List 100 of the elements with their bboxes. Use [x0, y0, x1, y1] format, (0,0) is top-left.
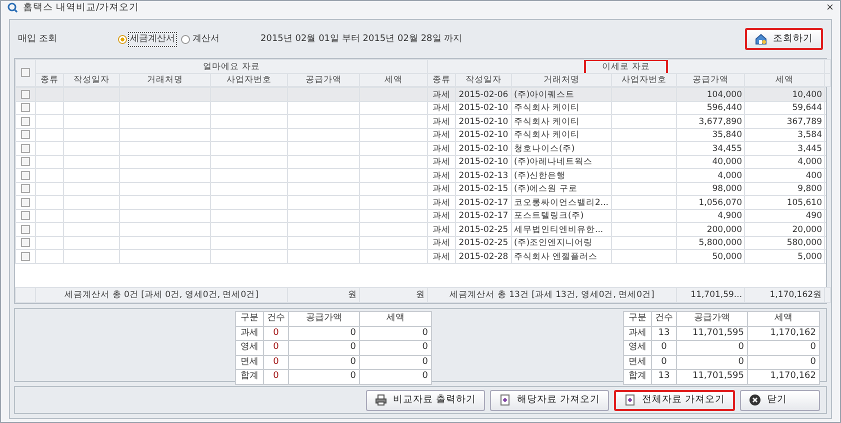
search-button[interactable]: 조회하기	[745, 28, 823, 50]
summary-cell: 0	[360, 355, 432, 370]
row-checkbox[interactable]	[21, 103, 30, 112]
action-button[interactable]: 닫기	[740, 390, 820, 411]
row-checkbox[interactable]	[21, 184, 30, 194]
table-cell: 세무법인티엔비유한...	[512, 222, 612, 236]
table-cell: 5,000	[744, 250, 824, 264]
summary-cell: 0	[676, 340, 748, 356]
table-cell: 4,000	[744, 155, 824, 169]
table-cell: 2015-02-25	[456, 236, 512, 250]
summary-header: 구분	[236, 312, 264, 326]
radio-option[interactable]: 세금계산서	[118, 32, 176, 46]
row-checkbox[interactable]	[21, 157, 30, 166]
total-cell: 원	[360, 288, 428, 303]
summary-cell: 0	[360, 370, 432, 384]
row-checkbox[interactable]	[21, 224, 30, 234]
table-cell: 2015-02-13	[456, 168, 512, 182]
table-cell: 35,840	[676, 128, 744, 142]
row-checkbox[interactable]	[21, 90, 30, 99]
table-cell: 과세	[428, 114, 456, 128]
table-cell: 9,800	[744, 182, 824, 196]
table-cell: 과세	[428, 168, 456, 182]
select-all-checkbox[interactable]	[21, 68, 30, 78]
action-button[interactable]: 해당자료 가져오기	[490, 390, 609, 411]
total-cell: 세금계산서 총 13건 [과세 13건, 영세0건, 면세0건]	[428, 288, 677, 303]
close-button[interactable]: ×	[826, 1, 834, 16]
column-header[interactable]: 세액	[360, 73, 428, 87]
column-header[interactable]: 사업자번호	[210, 73, 288, 87]
table-cell: 2015-02-15	[456, 182, 512, 196]
summary-cell: 면세	[624, 355, 652, 370]
table-cell: 2015-02-10	[456, 101, 512, 115]
total-cell: 1,170,162원	[744, 288, 825, 303]
column-header[interactable]: 작성일자	[456, 73, 512, 87]
table-cell: 104,000	[676, 88, 744, 102]
summary-header: 공급가액	[288, 312, 360, 326]
summary-cell: 합계	[624, 370, 652, 384]
table-cell: 과세	[428, 142, 456, 156]
table-cell: 2015-02-25	[456, 222, 512, 236]
table-cell: 주식회사 케이티	[512, 128, 612, 142]
radio-option[interactable]: 계산서	[180, 32, 220, 46]
summary-cell: 영세	[236, 340, 264, 356]
period-text: 2015년 02월 01일 부터 2015년 02월 28일 까지	[260, 32, 464, 46]
table-cell: 4,000	[676, 168, 744, 182]
table-cell: 1,056,070	[676, 196, 744, 210]
row-checkbox[interactable]	[21, 116, 30, 126]
table-cell: 34,455	[676, 142, 744, 156]
table-cell: 과세	[428, 182, 456, 196]
table-cell: 3,584	[744, 128, 824, 142]
row-checkbox[interactable]	[21, 238, 30, 248]
table-cell: (주)아레나네트웍스	[512, 155, 612, 169]
action-button[interactable]: 전체자료 가져오기	[614, 390, 735, 411]
table-cell: 2015-02-28	[456, 250, 512, 264]
table-cell: 596,440	[676, 101, 744, 115]
table-cell: 10,400	[744, 88, 824, 102]
table-cell: 59,644	[744, 101, 824, 115]
summary-cell: 11,701,595	[676, 326, 748, 341]
document-icon	[624, 394, 636, 406]
column-header[interactable]: 공급가액	[288, 73, 360, 87]
row-checkbox[interactable]	[21, 144, 30, 153]
row-checkbox[interactable]	[21, 198, 30, 207]
row-checkbox[interactable]	[21, 211, 30, 220]
column-header[interactable]: 거래처명	[512, 73, 612, 87]
summary-cell: 11,701,595	[676, 370, 748, 384]
query-label: 매입 조회	[18, 32, 58, 46]
row-checkbox[interactable]	[21, 170, 30, 180]
action-button[interactable]: 비교자료 출력하기	[366, 390, 485, 411]
summary-cell: 0	[652, 355, 676, 370]
table-cell: 청호나이스(주)	[512, 142, 612, 156]
table-cell: 과세	[428, 88, 456, 102]
column-header[interactable]: 작성일자	[64, 73, 120, 87]
table-cell: 3,445	[744, 142, 824, 156]
table-cell: 98,000	[676, 182, 744, 196]
summary-cell: 0	[360, 340, 432, 356]
summary-cell: 0	[288, 326, 360, 341]
summary-cell: 0	[288, 340, 360, 356]
group-header: 이세로 자료	[586, 60, 666, 72]
summary-cell: 1,170,162	[748, 326, 820, 341]
table-cell: 4,900	[676, 209, 744, 223]
summary-header: 세액	[360, 312, 432, 326]
row-checkbox[interactable]	[21, 130, 30, 140]
table-cell: 과세	[428, 222, 456, 236]
row-checkbox[interactable]	[21, 252, 30, 261]
table-cell: 40,000	[676, 155, 744, 169]
column-header[interactable]: 세액	[744, 73, 825, 87]
column-header[interactable]: 거래처명	[120, 73, 210, 87]
table-cell: 과세	[428, 196, 456, 210]
column-header[interactable]: 사업자번호	[612, 73, 677, 87]
table-cell: 포스트텔링크(주)	[512, 209, 612, 223]
table-cell: (주)아이퀘스트	[512, 88, 612, 102]
table-cell: 490	[744, 209, 824, 223]
summary-cell: 13	[652, 326, 676, 341]
summary-cell: 0	[264, 355, 288, 370]
summary-cell: 영세	[624, 340, 652, 356]
table-cell: 3,677,890	[676, 114, 744, 128]
summary-header: 구분	[624, 312, 652, 326]
column-header[interactable]: 공급가액	[676, 73, 745, 87]
table-cell: 과세	[428, 128, 456, 142]
total-cell: 11,701,59...	[676, 288, 745, 303]
table-cell: 주식회사 케이티	[512, 114, 612, 128]
summary-cell: 과세	[624, 326, 652, 341]
